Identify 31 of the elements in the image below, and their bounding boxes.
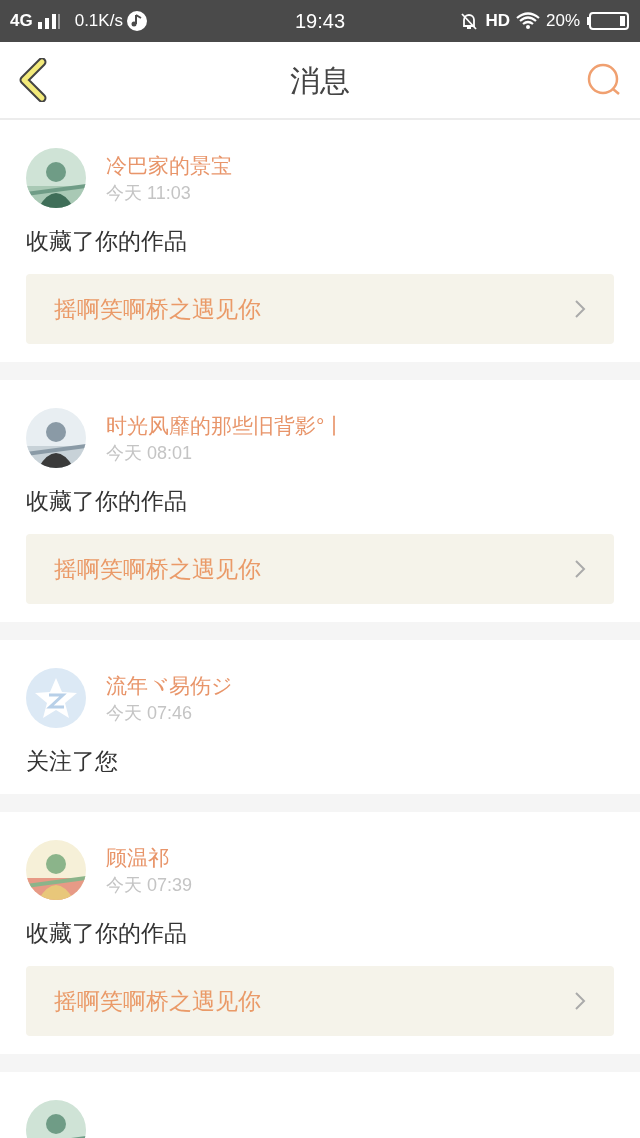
chevron-right-icon: [574, 559, 586, 579]
user-name[interactable]: 流年ヾ易伤ジ: [106, 671, 233, 701]
search-icon: [586, 62, 622, 98]
clock: 19:43: [293, 9, 347, 34]
bell-off-icon: [459, 11, 480, 31]
battery-percent: 20%: [545, 10, 580, 33]
message-time: 今天 11:03: [106, 182, 192, 205]
chevron-right-icon: [574, 991, 586, 1011]
message-time: 今天 08:01: [106, 442, 194, 465]
user-name[interactable]: 顾温祁: [106, 843, 193, 873]
message-text: 收藏了你的作品: [26, 487, 188, 516]
user-name[interactable]: 冷巴家的景宝: [106, 151, 232, 181]
network-speed: 0.1K/s: [74, 10, 123, 33]
work-link[interactable]: 摇啊笑啊桥之遇见你: [26, 966, 614, 1036]
chevron-right-icon: [574, 299, 586, 319]
message-text: 收藏了你的作品: [26, 919, 188, 948]
music-note-icon: [126, 11, 147, 31]
message-time: 今天 07:46: [106, 702, 194, 725]
hd-label: HD: [485, 10, 510, 33]
network-type: 4G: [10, 10, 33, 33]
default-avatar-icon: [26, 668, 86, 728]
work-link[interactable]: 摇啊笑啊桥之遇见你: [26, 274, 614, 344]
work-link[interactable]: 摇啊笑啊桥之遇见你: [26, 534, 614, 604]
signal-icon: [36, 13, 61, 29]
message-time: 今天 07:39: [106, 874, 193, 897]
message-text: 收藏了你的作品: [26, 227, 188, 256]
page-title: 消息: [289, 62, 351, 99]
battery-icon: [586, 11, 630, 31]
user-name[interactable]: 时光风靡的那些旧背影°丨: [106, 411, 346, 441]
wifi-icon: [515, 12, 540, 30]
message-text: 关注了您: [26, 747, 119, 776]
